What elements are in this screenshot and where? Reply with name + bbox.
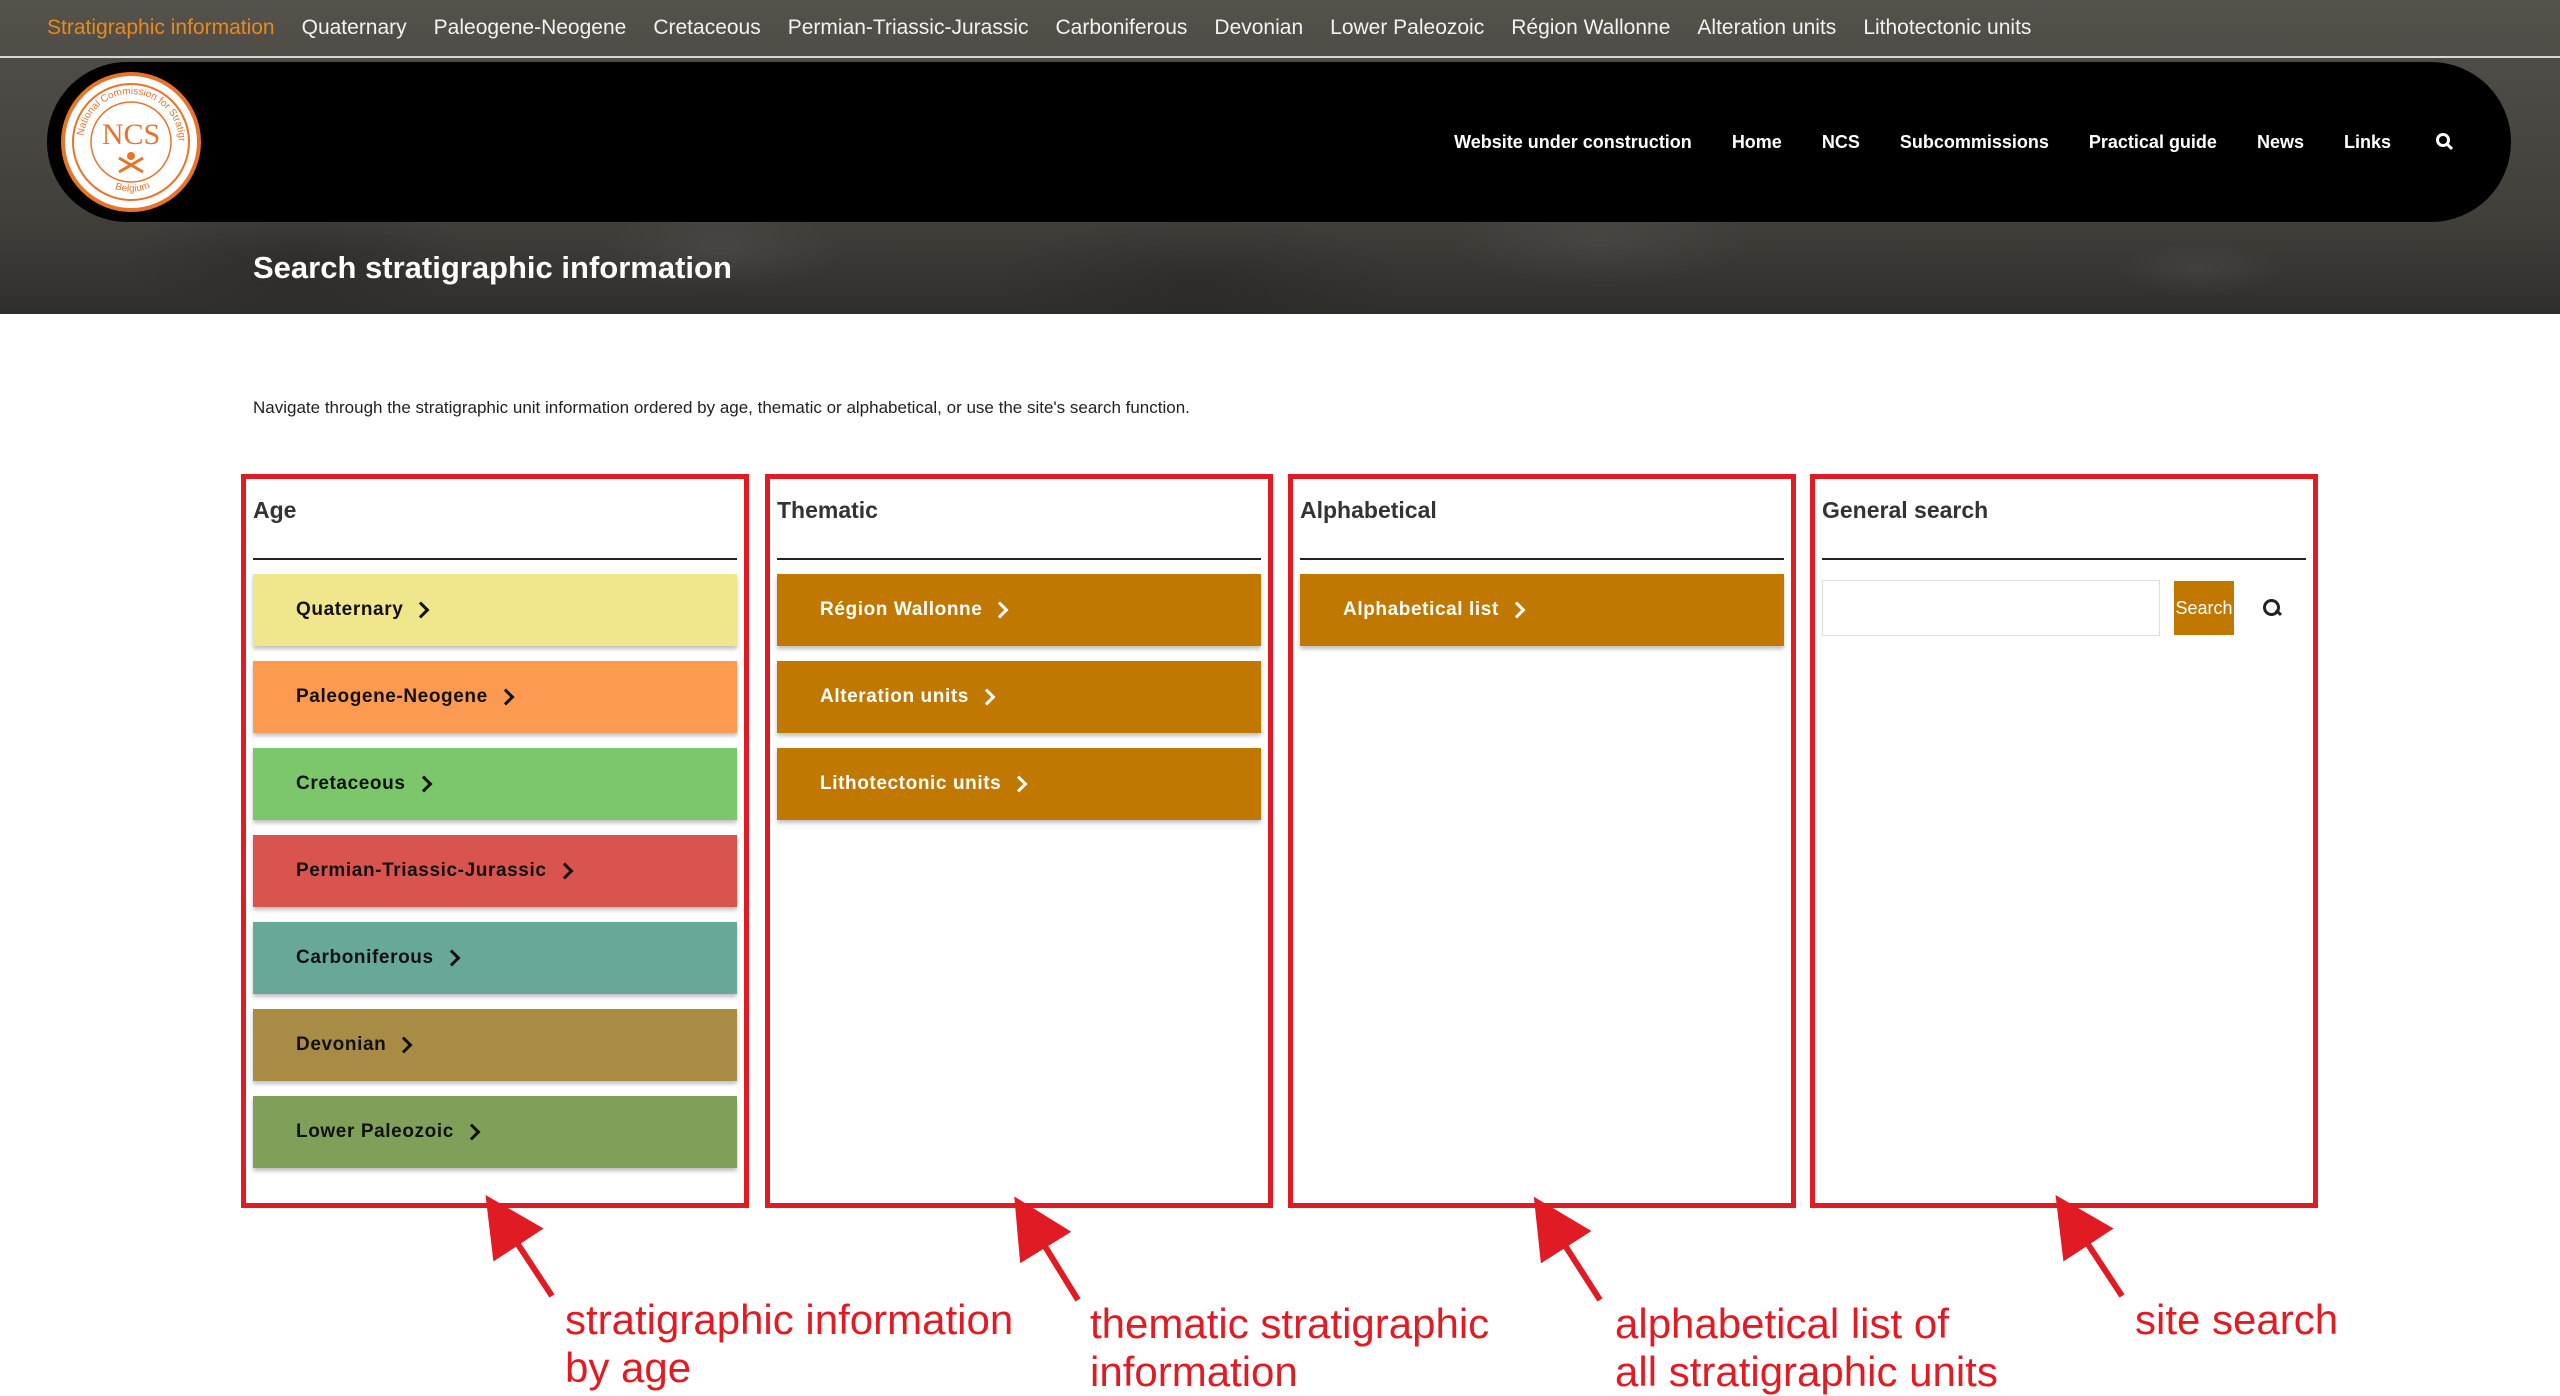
annotation-thematic: thematic stratigraphic information xyxy=(1090,1300,1490,1395)
arrow-alphabetical xyxy=(1533,1196,1603,1302)
annotation-search: site search xyxy=(2135,1296,2339,1343)
arrow-thematic xyxy=(1014,1196,1081,1302)
arrow-age xyxy=(485,1194,555,1298)
annotation-alphabetical: alphabetical list of all stratigraphic u… xyxy=(1615,1300,1998,1395)
annotation-age: stratigraphic information by age xyxy=(565,1296,1014,1391)
annotation-arrows xyxy=(485,1194,2125,1302)
arrow-search xyxy=(2055,1194,2125,1298)
